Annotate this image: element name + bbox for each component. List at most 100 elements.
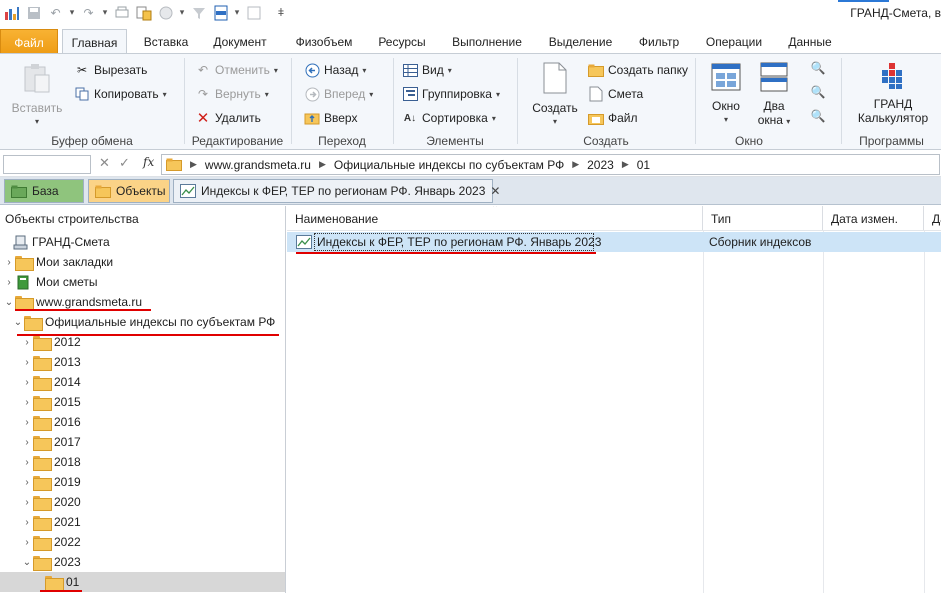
up-button[interactable]: Вверх xyxy=(304,110,357,126)
undo-icon[interactable]: ↶ xyxy=(46,3,65,22)
print-icon[interactable] xyxy=(112,3,131,22)
tab-operations[interactable]: Операции xyxy=(700,29,768,54)
chevron-down-icon[interactable]: ⌄ xyxy=(21,557,33,568)
annotation-underline xyxy=(40,590,82,592)
column-header-date[interactable]: Дата измен. xyxy=(823,206,924,230)
breadcrumb-item[interactable]: www.grandsmeta.ru xyxy=(205,158,311,172)
tree-item-year[interactable]: › 2022 xyxy=(0,532,285,552)
cancel-icon[interactable]: ✕ xyxy=(99,155,110,171)
tree-item-bookmarks[interactable]: › Мои закладки xyxy=(0,252,285,272)
chevron-right-icon[interactable]: › xyxy=(21,477,33,488)
chevron-right-icon[interactable]: › xyxy=(21,437,33,448)
customize-qat-icon[interactable]: ǂ xyxy=(266,3,296,22)
tab-resources[interactable]: Ресурсы xyxy=(373,29,431,54)
paste-button[interactable]: Вставить ▾ xyxy=(8,62,66,129)
breadcrumb-item[interactable]: Официальные индексы по субъектам РФ xyxy=(334,158,564,172)
cut-button[interactable]: ✂ Вырезать xyxy=(74,62,147,78)
estimate-button[interactable]: Смета xyxy=(588,86,643,102)
chevron-right-icon[interactable]: › xyxy=(21,357,33,368)
tree-item-year[interactable]: › 2015 xyxy=(0,392,285,412)
tree-item-label: 01 xyxy=(66,575,80,589)
sort-button[interactable]: A↓ Сортировка ▾ xyxy=(402,110,496,126)
redo-dropdown-icon[interactable]: ▾ xyxy=(101,3,109,22)
tree-item-year[interactable]: › 2016 xyxy=(0,412,285,432)
tree-item-year[interactable]: › 2017 xyxy=(0,432,285,452)
undo-button[interactable]: ↶ Отменить ▾ xyxy=(195,62,278,78)
tab-document[interactable]: Документ xyxy=(207,29,273,54)
tab-execution[interactable]: Выполнение xyxy=(446,29,528,54)
cell-reference-input[interactable] xyxy=(3,155,91,174)
tab-physical-volume[interactable]: Физобъем xyxy=(289,29,359,54)
function-icon[interactable]: fx xyxy=(143,155,154,169)
doc-tab-base[interactable]: База xyxy=(4,179,84,203)
tree-item-year[interactable]: › 2013 xyxy=(0,352,285,372)
tab-home[interactable]: Главная xyxy=(62,29,127,56)
grouping-button[interactable]: Группировка ▾ xyxy=(402,86,500,102)
tree-item-month-selected[interactable]: 01 xyxy=(0,572,285,592)
column-header-extra[interactable]: Да xyxy=(924,206,941,230)
doc-tab-indexes[interactable]: Индексы к ФЕР, ТЕР по регионам РФ. Январ… xyxy=(173,179,500,203)
chevron-right-icon[interactable]: › xyxy=(21,397,33,408)
two-windows-button[interactable]: Два окна ▾ xyxy=(752,62,796,129)
app-logo-icon[interactable] xyxy=(2,3,21,22)
tab-insert[interactable]: Вставка xyxy=(140,29,192,54)
color-icon[interactable] xyxy=(244,3,263,22)
save-icon[interactable] xyxy=(24,3,43,22)
zoom-in-button[interactable]: 🔍 xyxy=(810,60,826,76)
tab-file[interactable]: Файл xyxy=(0,29,58,54)
zoom-reset-button[interactable]: 🔍 xyxy=(810,108,826,124)
import-icon[interactable] xyxy=(134,3,153,22)
chevron-right-icon[interactable]: › xyxy=(21,417,33,428)
confirm-icon[interactable]: ✓ xyxy=(119,155,130,171)
tab-selection[interactable]: Выделение xyxy=(543,29,618,54)
column-header-name[interactable]: ⌃ Наименование xyxy=(287,206,703,230)
copy-button[interactable]: Копировать ▾ xyxy=(74,86,167,102)
chevron-right-icon[interactable]: › xyxy=(21,457,33,468)
back-button[interactable]: Назад ▾ xyxy=(304,62,366,78)
tab-filter[interactable]: Фильтр xyxy=(632,29,686,54)
tree-item-official-indexes[interactable]: ⌄ Официальные индексы по субъектам РФ xyxy=(0,312,285,332)
chevron-right-icon[interactable]: › xyxy=(21,377,33,388)
panel-dropdown-icon[interactable]: ▾ xyxy=(233,3,241,22)
tree-item-year[interactable]: › 2020 xyxy=(0,492,285,512)
breadcrumb-item[interactable]: 2023 xyxy=(587,158,614,172)
breadcrumb-item[interactable]: 01 xyxy=(637,158,650,172)
chevron-right-icon[interactable]: › xyxy=(21,337,33,348)
chevron-right-icon[interactable]: › xyxy=(3,257,15,268)
chevron-down-icon[interactable]: ⌄ xyxy=(12,317,24,328)
tree-item-year[interactable]: › 2019 xyxy=(0,472,285,492)
close-tab-icon[interactable]: ✕ xyxy=(490,184,500,198)
tree-item-year[interactable]: › 2018 xyxy=(0,452,285,472)
create-button[interactable]: Создать ▾ xyxy=(524,62,586,129)
window-button[interactable]: Окно ▾ xyxy=(702,62,750,127)
forward-button[interactable]: Вперед ▾ xyxy=(304,86,373,102)
tree-item-root[interactable]: ГРАНД-Смета xyxy=(0,232,285,252)
tab-data[interactable]: Данные xyxy=(782,29,838,54)
doc-tab-objects[interactable]: Объекты xyxy=(88,179,170,203)
chevron-right-icon[interactable]: › xyxy=(21,537,33,548)
table-row[interactable]: Индексы к ФЕР, ТЕР по регионам РФ. Январ… xyxy=(287,232,941,252)
column-header-type[interactable]: Тип xyxy=(703,206,823,230)
view-button[interactable]: Вид ▾ xyxy=(402,62,452,78)
chevron-right-icon[interactable]: › xyxy=(21,517,33,528)
redo-icon[interactable]: ↷ xyxy=(79,3,98,22)
calculator-dropdown-icon[interactable]: ▾ xyxy=(178,3,186,22)
tree-item-my-estimates[interactable]: › Мои сметы xyxy=(0,272,285,292)
tree-item-year[interactable]: › 2021 xyxy=(0,512,285,532)
chevron-right-icon[interactable]: › xyxy=(21,497,33,508)
grand-calculator-button[interactable]: ГРАНД Калькулятор xyxy=(848,62,938,125)
create-folder-button[interactable]: Создать папку xyxy=(588,62,688,78)
undo-dropdown-icon[interactable]: ▾ xyxy=(68,3,76,22)
calculator-icon[interactable] xyxy=(156,3,175,22)
filter-icon[interactable] xyxy=(189,3,208,22)
tree-item-year[interactable]: › 2014 xyxy=(0,372,285,392)
chevron-down-icon[interactable]: ⌄ xyxy=(3,297,15,308)
breadcrumb[interactable]: ▶ www.grandsmeta.ru ▶ Официальные индекс… xyxy=(161,154,940,175)
tree-item-year-expanded[interactable]: ⌄ 2023 xyxy=(0,552,285,572)
file-button[interactable]: Файл xyxy=(588,110,638,126)
chevron-right-icon[interactable]: › xyxy=(3,277,15,288)
zoom-out-button[interactable]: 🔍 xyxy=(810,84,826,100)
delete-button[interactable]: ✕ Удалить xyxy=(195,110,261,127)
panel-icon[interactable] xyxy=(211,3,230,22)
redo-button[interactable]: ↷ Вернуть ▾ xyxy=(195,86,269,102)
